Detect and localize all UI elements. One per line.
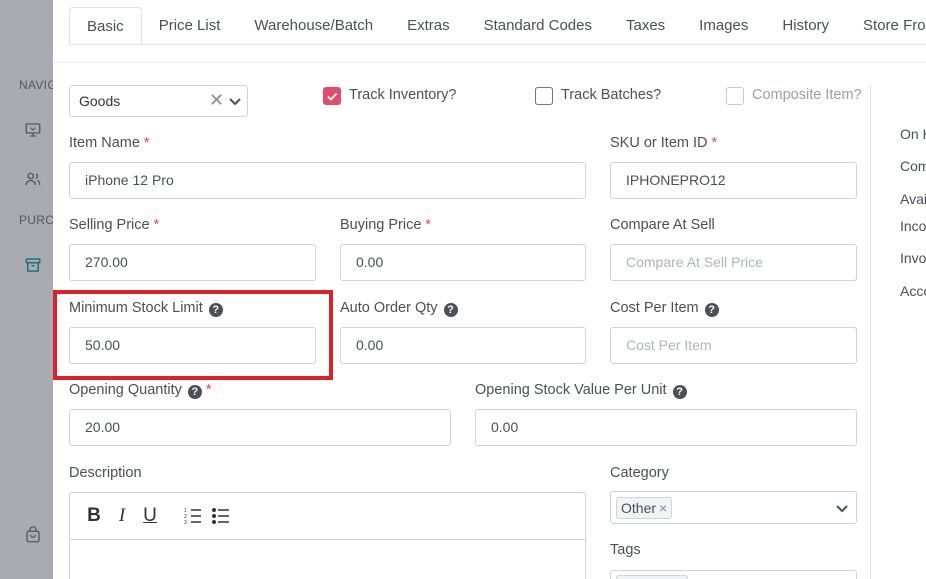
tab-history[interactable]: History bbox=[765, 7, 846, 45]
svg-text:3: 3 bbox=[184, 520, 187, 526]
right-panel-label-on-hand: On H bbox=[900, 126, 926, 142]
item-form-panel: Basic Price List Warehouse/Batch Extras … bbox=[53, 0, 926, 579]
selling-price-label: Selling Price * bbox=[69, 217, 160, 233]
tab-standard-codes[interactable]: Standard Codes bbox=[467, 7, 609, 45]
track-inventory-label[interactable]: Track Inventory? bbox=[349, 87, 456, 103]
tag-chip bbox=[616, 575, 688, 579]
item-name-label: Item Name * bbox=[69, 135, 150, 151]
composite-item-label: Composite Item? bbox=[752, 87, 862, 103]
item-type-value: Goods bbox=[79, 93, 121, 109]
tab-store-front[interactable]: Store Front bbox=[846, 7, 926, 45]
help-icon[interactable]: ? bbox=[704, 303, 719, 317]
chevron-down-icon[interactable] bbox=[227, 93, 243, 109]
description-label: Description bbox=[69, 465, 142, 481]
right-panel-label-account: Acco bbox=[900, 283, 926, 299]
users-icon[interactable] bbox=[24, 170, 42, 188]
composite-item-checkbox bbox=[726, 87, 744, 105]
clear-icon[interactable]: ✕ bbox=[209, 90, 224, 110]
editor-toolbar: B I U 123 bbox=[70, 493, 585, 540]
cost-per-item-label: Cost Per Item? bbox=[610, 300, 719, 317]
tab-basic[interactable]: Basic bbox=[69, 7, 142, 45]
right-panel-divider bbox=[870, 85, 871, 579]
compare-at-sell-label: Compare At Sell bbox=[610, 217, 715, 233]
track-batches-label[interactable]: Track Batches? bbox=[561, 87, 661, 103]
item-tabs: Basic Price List Warehouse/Batch Extras … bbox=[69, 7, 926, 45]
tab-extras[interactable]: Extras bbox=[390, 7, 467, 45]
tab-warehouse-batch[interactable]: Warehouse/Batch bbox=[237, 7, 390, 45]
opening-quantity-label: Opening Quantity? * bbox=[69, 382, 212, 399]
archive-icon[interactable] bbox=[24, 256, 42, 274]
italic-button[interactable]: I bbox=[111, 505, 133, 527]
right-panel-label-committed: Com bbox=[900, 158, 926, 174]
track-batches-checkbox[interactable] bbox=[535, 87, 553, 105]
tab-images[interactable]: Images bbox=[682, 7, 765, 45]
right-panel-label-available: Avai bbox=[900, 191, 926, 207]
category-select[interactable]: Other × bbox=[610, 491, 857, 524]
shopping-bag-icon[interactable] bbox=[24, 526, 42, 544]
ordered-list-icon[interactable]: 123 bbox=[183, 506, 205, 526]
opening-stock-value-input[interactable]: 0.00 bbox=[475, 409, 857, 446]
sku-input[interactable]: IPHONEPRO12 bbox=[610, 162, 857, 199]
chevron-down-icon[interactable] bbox=[834, 500, 850, 516]
opening-stock-value-label: Opening Stock Value Per Unit? bbox=[475, 382, 687, 399]
sidebar-section-navigation: NAVIG bbox=[19, 78, 53, 92]
sidebar-section-purchases: PURC bbox=[19, 213, 53, 227]
tabs-divider bbox=[69, 44, 926, 45]
buying-price-label: Buying Price * bbox=[340, 217, 432, 233]
item-name-input[interactable]: iPhone 12 Pro bbox=[69, 162, 586, 199]
highlight-box bbox=[53, 290, 333, 380]
item-type-select[interactable]: Goods ✕ bbox=[69, 85, 248, 117]
tags-label: Tags bbox=[610, 542, 641, 558]
right-panel-label-incoming: Inco bbox=[900, 218, 926, 234]
opening-quantity-input[interactable]: 20.00 bbox=[69, 409, 451, 446]
header-divider bbox=[53, 62, 926, 63]
help-icon[interactable]: ? bbox=[187, 385, 202, 399]
tags-select[interactable] bbox=[610, 570, 857, 579]
compare-at-sell-input[interactable]: Compare At Sell Price bbox=[610, 244, 857, 281]
help-icon[interactable]: ? bbox=[443, 303, 458, 317]
bold-button[interactable]: B bbox=[83, 505, 105, 527]
sidebar: NAVIG PURC bbox=[0, 0, 53, 579]
monitor-icon[interactable] bbox=[24, 121, 42, 139]
track-inventory-checkbox[interactable] bbox=[323, 87, 341, 105]
selling-price-input[interactable]: 270.00 bbox=[69, 244, 316, 281]
auto-order-qty-label: Auto Order Qty? bbox=[340, 300, 458, 317]
chip-remove-icon[interactable]: × bbox=[659, 500, 667, 516]
underline-button[interactable]: U bbox=[139, 505, 161, 527]
tab-taxes[interactable]: Taxes bbox=[609, 7, 682, 45]
cost-per-item-input[interactable]: Cost Per Item bbox=[610, 327, 857, 364]
buying-price-input[interactable]: 0.00 bbox=[340, 244, 586, 281]
tab-price-list[interactable]: Price List bbox=[142, 7, 238, 45]
bullet-list-icon[interactable] bbox=[211, 506, 233, 526]
sku-label: SKU or Item ID * bbox=[610, 135, 718, 151]
category-chip: Other × bbox=[616, 497, 673, 519]
category-label: Category bbox=[610, 465, 669, 481]
description-editor[interactable]: B I U 123 bbox=[69, 492, 586, 579]
auto-order-qty-input[interactable]: 0.00 bbox=[340, 327, 586, 364]
help-icon[interactable]: ? bbox=[672, 385, 687, 399]
right-panel-label-invoiced: Invo bbox=[900, 250, 926, 266]
